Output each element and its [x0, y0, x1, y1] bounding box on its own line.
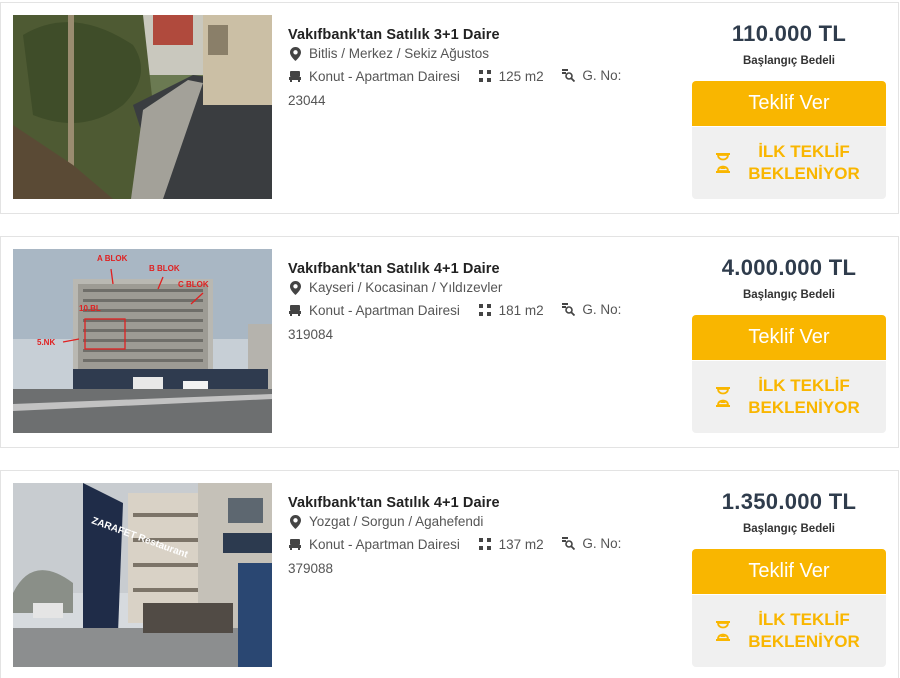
area-icon — [478, 303, 492, 317]
gno-label: G. No: — [582, 68, 622, 83]
photo-label: C BLOK — [178, 280, 209, 289]
location-text: Bitlis / Merkez / Sekiz Ağustos — [309, 46, 490, 61]
search-document-icon — [561, 303, 575, 317]
price-value: 1.350.000 TL — [721, 489, 857, 514]
bid-button[interactable]: Teklif Ver — [692, 81, 886, 126]
gno-spec: G. No: — [561, 298, 621, 321]
status-text: İLK TEKLİF BEKLENİYOR — [748, 376, 860, 417]
photo-label: A BLOK — [97, 254, 128, 263]
listing-title[interactable]: Vakıfbank'tan Satılık 3+1 Daire — [288, 27, 668, 43]
price-label: Başlangıç Bedeli — [742, 55, 836, 67]
sofa-icon — [288, 538, 302, 552]
listing-photo[interactable]: ZARAFET Restaurant — [13, 483, 272, 667]
hourglass-icon — [714, 387, 732, 407]
price-label: Başlangıç Bedeli — [742, 523, 836, 535]
location-pin-icon — [288, 46, 302, 61]
listing-photo[interactable] — [13, 15, 272, 199]
listing-photo[interactable]: A BLOK B BLOK C BLOK 5.NK 10.BL — [13, 249, 272, 433]
listing-card[interactable]: ZARAFET Restaurant Vakıfbank'tan Satılık… — [0, 470, 899, 678]
bid-button[interactable]: Teklif Ver — [692, 549, 886, 594]
search-document-icon — [561, 537, 575, 551]
photo-label: 10.BL — [79, 304, 101, 313]
sofa-icon — [288, 304, 302, 318]
location-text: Kayseri / Kocasinan / Yıldızevler — [309, 280, 503, 295]
status-badge: İLK TEKLİF BEKLENİYOR — [692, 595, 886, 667]
status-badge: İLK TEKLİF BEKLENİYOR — [692, 127, 886, 199]
street-photo-image — [13, 15, 272, 199]
hourglass-icon — [714, 621, 732, 641]
listing-title[interactable]: Vakıfbank'tan Satılık 4+1 Daire — [288, 495, 668, 511]
listing-specs: Konut - Apartman Dairesi 181 m2 G. No: 3… — [288, 298, 668, 346]
listing-title[interactable]: Vakıfbank'tan Satılık 4+1 Daire — [288, 261, 668, 277]
building-photo-image: A BLOK B BLOK C BLOK 5.NK 10.BL — [13, 249, 272, 433]
bid-button[interactable]: Teklif Ver — [692, 315, 886, 360]
category-text: Konut - Apartman Dairesi — [309, 303, 460, 318]
listing-location: Bitlis / Merkez / Sekiz Ağustos — [288, 46, 668, 61]
status-text: İLK TEKLİF BEKLENİYOR — [748, 142, 860, 183]
category-spec: Konut - Apartman Dairesi — [288, 533, 460, 556]
location-text: Yozgat / Sorgun / Agahefendi — [309, 514, 484, 529]
listing-info: Vakıfbank'tan Satılık 3+1 Daire Bitlis /… — [288, 27, 668, 112]
gno-value: 23044 — [288, 93, 326, 108]
listing-info: Vakıfbank'tan Satılık 4+1 Daire Yozgat /… — [288, 495, 668, 580]
building-photo-image: ZARAFET Restaurant — [13, 483, 272, 667]
hourglass-icon — [714, 153, 732, 173]
gno-label: G. No: — [582, 536, 622, 551]
listing-card[interactable]: A BLOK B BLOK C BLOK 5.NK 10.BL Vakıfban… — [0, 236, 899, 448]
price-label: Başlangıç Bedeli — [742, 289, 836, 301]
gno-label: G. No: — [582, 302, 622, 317]
area-icon — [478, 537, 492, 551]
listing-info: Vakıfbank'tan Satılık 4+1 Daire Kayseri … — [288, 261, 668, 346]
status-badge: İLK TEKLİF BEKLENİYOR — [692, 361, 886, 433]
location-pin-icon — [288, 514, 302, 529]
listing-specs: Konut - Apartman Dairesi 137 m2 G. No: 3… — [288, 532, 668, 580]
gno-spec: G. No: — [561, 532, 621, 555]
area-icon — [478, 69, 492, 83]
photo-label: 5.NK — [37, 338, 55, 347]
sofa-icon — [288, 70, 302, 84]
status-text: İLK TEKLİF BEKLENİYOR — [748, 610, 860, 651]
gno-value: 319084 — [288, 327, 334, 342]
gno-value: 379088 — [288, 561, 334, 576]
category-spec: Konut - Apartman Dairesi — [288, 299, 460, 322]
listing-card[interactable]: Vakıfbank'tan Satılık 3+1 Daire Bitlis /… — [0, 2, 899, 214]
listing-specs: Konut - Apartman Dairesi 125 m2 G. No: 2… — [288, 64, 668, 112]
category-text: Konut - Apartman Dairesi — [309, 537, 460, 552]
area-text: 137 m2 — [498, 536, 544, 552]
listing-location: Kayseri / Kocasinan / Yıldızevler — [288, 280, 668, 295]
search-document-icon — [561, 69, 575, 83]
category-text: Konut - Apartman Dairesi — [309, 69, 460, 84]
price-value: 4.000.000 TL — [721, 255, 857, 280]
price-value: 110.000 TL — [731, 21, 847, 46]
photo-label: B BLOK — [149, 264, 180, 273]
area-text: 125 m2 — [498, 68, 544, 84]
category-spec: Konut - Apartman Dairesi — [288, 65, 460, 88]
location-pin-icon — [288, 280, 302, 295]
gno-spec: G. No: — [561, 64, 621, 87]
area-spec: 125 m2 — [478, 65, 544, 88]
area-spec: 181 m2 — [478, 299, 544, 322]
area-text: 181 m2 — [498, 302, 544, 318]
area-spec: 137 m2 — [478, 533, 544, 556]
listing-location: Yozgat / Sorgun / Agahefendi — [288, 514, 668, 529]
